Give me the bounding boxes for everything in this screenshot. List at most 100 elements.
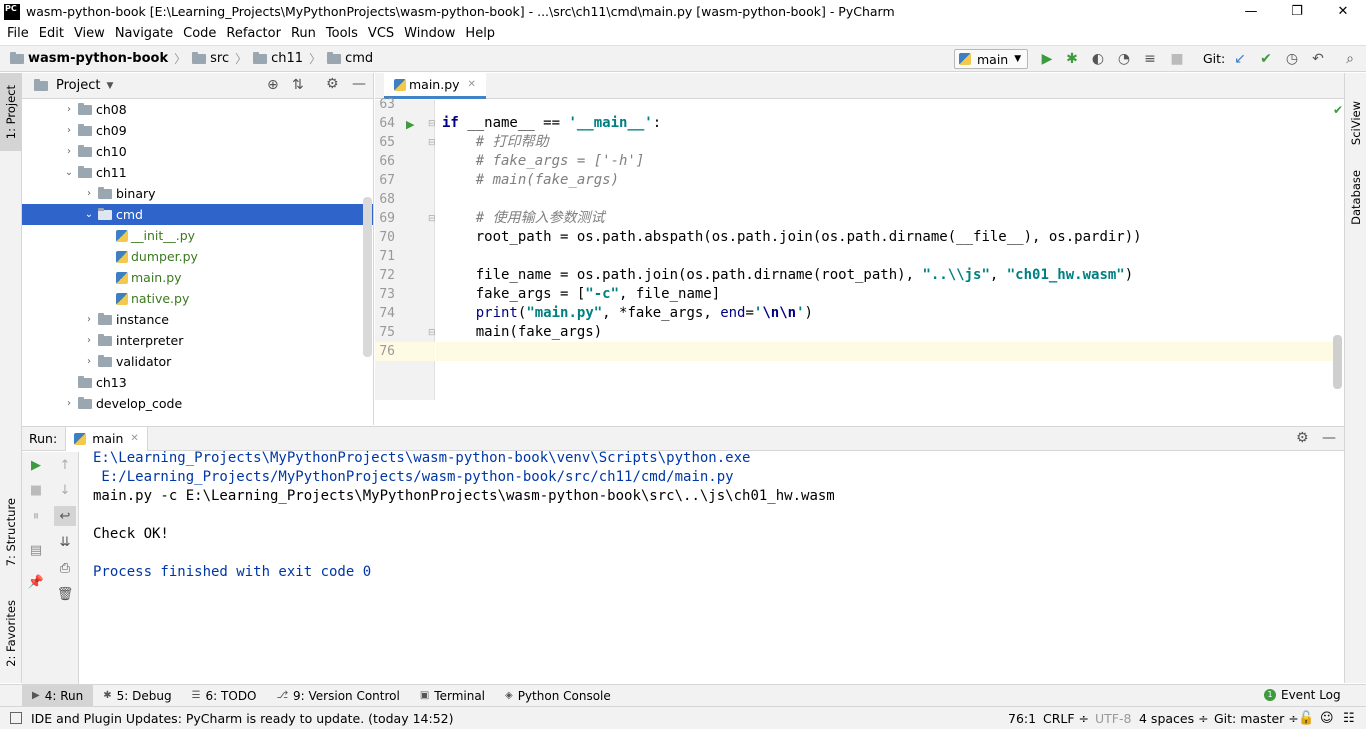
pin-icon[interactable]: 📌 (25, 572, 47, 592)
tree-item-interpreter[interactable]: › interpreter (22, 330, 373, 351)
file-encoding[interactable]: UTF-8 (1095, 711, 1131, 726)
breadcrumb-project[interactable]: wasm-python-book (10, 51, 168, 66)
menu-navigate[interactable]: Navigate (110, 26, 178, 41)
chevron-down-icon[interactable]: ▼ (106, 81, 113, 91)
tree-item-native-py[interactable]: native.py (22, 288, 373, 309)
rerun-icon[interactable]: ▶ (25, 455, 47, 475)
stop-icon[interactable]: ■ (1168, 50, 1186, 68)
git-branch[interactable]: Git: master ÷ (1214, 711, 1299, 726)
tree-item--init-py[interactable]: __init__.py (22, 225, 373, 246)
run-icon[interactable]: ▶ (1038, 50, 1056, 68)
fold-icon[interactable]: ⊟ (428, 210, 436, 229)
tool-tab-python-console[interactable]: ◈ Python Console (495, 685, 621, 707)
fold-icon[interactable]: ⊟ (428, 115, 436, 134)
structure-tool-tab[interactable]: 7: Structure (0, 491, 22, 573)
git-update-icon[interactable]: ↙ (1231, 50, 1249, 68)
chevron-right-icon[interactable]: › (62, 104, 76, 115)
chevron-right-icon[interactable]: › (82, 314, 96, 325)
code-line[interactable]: # 打印帮助 (442, 133, 549, 152)
fold-icon[interactable]: ⊟ (428, 324, 436, 343)
tool-tab-terminal[interactable]: ▣ Terminal (410, 685, 495, 707)
chevron-right-icon[interactable]: › (82, 335, 96, 346)
tree-item-ch13[interactable]: ch13 (22, 372, 373, 393)
hide-minus-icon[interactable]: — (352, 76, 366, 92)
run-gutter-icon[interactable]: ▶ (406, 115, 414, 134)
code-line[interactable]: # fake_args = ['-h'] (442, 152, 645, 171)
tree-item-binary[interactable]: › binary (22, 183, 373, 204)
tree-item-ch11[interactable]: ⌄ ch11 (22, 162, 373, 183)
notifications-icon[interactable]: ☷ (1343, 711, 1355, 726)
code-line[interactable]: print("main.py", *fake_args, end='\n\n') (442, 304, 813, 323)
pause-icon[interactable]: ⏸ (25, 506, 47, 526)
tree-item-validator[interactable]: › validator (22, 351, 373, 372)
profile-icon[interactable]: ◔ (1115, 50, 1133, 68)
fold-icon[interactable]: ⊟ (428, 134, 436, 153)
tree-item-dumper-py[interactable]: dumper.py (22, 246, 373, 267)
gear-icon[interactable]: ⚙ (1296, 430, 1309, 446)
chevron-right-icon[interactable]: › (62, 398, 76, 409)
breadcrumb-ch11[interactable]: ch11 (253, 51, 303, 66)
lock-icon[interactable]: 🔓 (1298, 711, 1314, 726)
tree-item-develop-code[interactable]: › develop_code (22, 393, 373, 414)
breadcrumb-src[interactable]: src (192, 51, 229, 66)
tree-item-ch10[interactable]: › ch10 (22, 141, 373, 162)
trash-icon[interactable]: 🗑 (54, 584, 76, 604)
soft-wrap-icon[interactable]: ↩ (54, 506, 76, 526)
menu-run[interactable]: Run (286, 26, 321, 41)
scroll-to-end-icon[interactable]: ⇊ (54, 532, 76, 552)
tree-item-ch08[interactable]: › ch08 (22, 99, 373, 120)
tree-scrollbar[interactable] (363, 197, 372, 357)
caret-position[interactable]: 76:1 (1008, 711, 1036, 726)
menu-tools[interactable]: Tools (321, 26, 363, 41)
gear-icon[interactable]: ⚙ (326, 76, 339, 92)
close-button[interactable]: ✕ (1320, 0, 1366, 23)
run-config-dropdown[interactable]: main ▼ (954, 49, 1028, 69)
favorites-tool-tab[interactable]: 2: Favorites (0, 591, 22, 675)
project-view-selector[interactable]: Project (56, 78, 100, 93)
line-separator[interactable]: CRLF ÷ (1043, 711, 1089, 726)
sciview-tool-tab[interactable]: SciView (1345, 93, 1366, 153)
editor-tab-main-py[interactable]: main.py ✕ (384, 73, 486, 99)
git-commit-icon[interactable]: ✔ (1257, 50, 1275, 68)
event-log-button[interactable]: 1 Event Log (1264, 688, 1341, 702)
close-icon[interactable]: ✕ (130, 433, 138, 444)
chevron-right-icon[interactable]: › (62, 146, 76, 157)
stop-icon[interactable]: ■ (25, 480, 47, 500)
menu-file[interactable]: File (2, 26, 34, 41)
indent-setting[interactable]: 4 spaces ÷ (1139, 711, 1209, 726)
debug-bug-icon[interactable]: ✱ (1063, 50, 1081, 68)
arrow-down-icon[interactable]: ↓ (54, 480, 76, 500)
project-tool-tab[interactable]: 1: Project (0, 73, 22, 151)
restore-button[interactable]: ❐ (1274, 0, 1320, 23)
history-clock-icon[interactable]: ◷ (1283, 50, 1301, 68)
print-icon[interactable]: ⎙ (54, 558, 76, 578)
collapse-all-icon[interactable]: ⇅ (292, 77, 304, 93)
run-tab-main[interactable]: main ✕ (65, 426, 148, 451)
inspector-face-icon[interactable]: ☺ (1320, 711, 1334, 726)
code-line[interactable]: fake_args = ["-c", file_name] (442, 285, 720, 304)
chevron-right-icon[interactable]: › (82, 188, 96, 199)
status-message[interactable]: IDE and Plugin Updates: PyCharm is ready… (31, 711, 453, 726)
tree-item-cmd[interactable]: ⌄ cmd (22, 204, 373, 225)
tree-item-ch09[interactable]: › ch09 (22, 120, 373, 141)
close-icon[interactable]: ✕ (468, 79, 476, 90)
chevron-down-icon[interactable]: ⌄ (82, 209, 96, 220)
database-tool-tab[interactable]: Database (1345, 161, 1366, 233)
editor-scrollbar[interactable] (1333, 335, 1342, 389)
menu-view[interactable]: View (69, 26, 110, 41)
restore-layout-icon[interactable]: ▤ (25, 540, 47, 560)
menu-refactor[interactable]: Refactor (221, 26, 286, 41)
tool-tab-4-run[interactable]: ▶ 4: Run (22, 684, 94, 707)
code-line[interactable]: if __name__ == '__main__': (442, 114, 661, 133)
menu-code[interactable]: Code (178, 26, 221, 41)
code-line[interactable]: root_path = os.path.abspath(os.path.join… (442, 228, 1142, 247)
code-line[interactable]: file_name = os.path.join(os.path.dirname… (442, 266, 1133, 285)
breadcrumb-cmd[interactable]: cmd (327, 51, 373, 66)
code-line[interactable]: # 使用输入参数测试 (442, 209, 605, 228)
menu-vcs[interactable]: VCS (363, 26, 399, 41)
chevron-right-icon[interactable]: › (82, 356, 96, 367)
tool-tab-9-version-control[interactable]: ⎇ 9: Version Control (267, 685, 410, 707)
chevron-right-icon[interactable]: › (62, 125, 76, 136)
tree-item-instance[interactable]: › instance (22, 309, 373, 330)
inspection-ok-icon[interactable]: ✔ (1333, 103, 1343, 117)
